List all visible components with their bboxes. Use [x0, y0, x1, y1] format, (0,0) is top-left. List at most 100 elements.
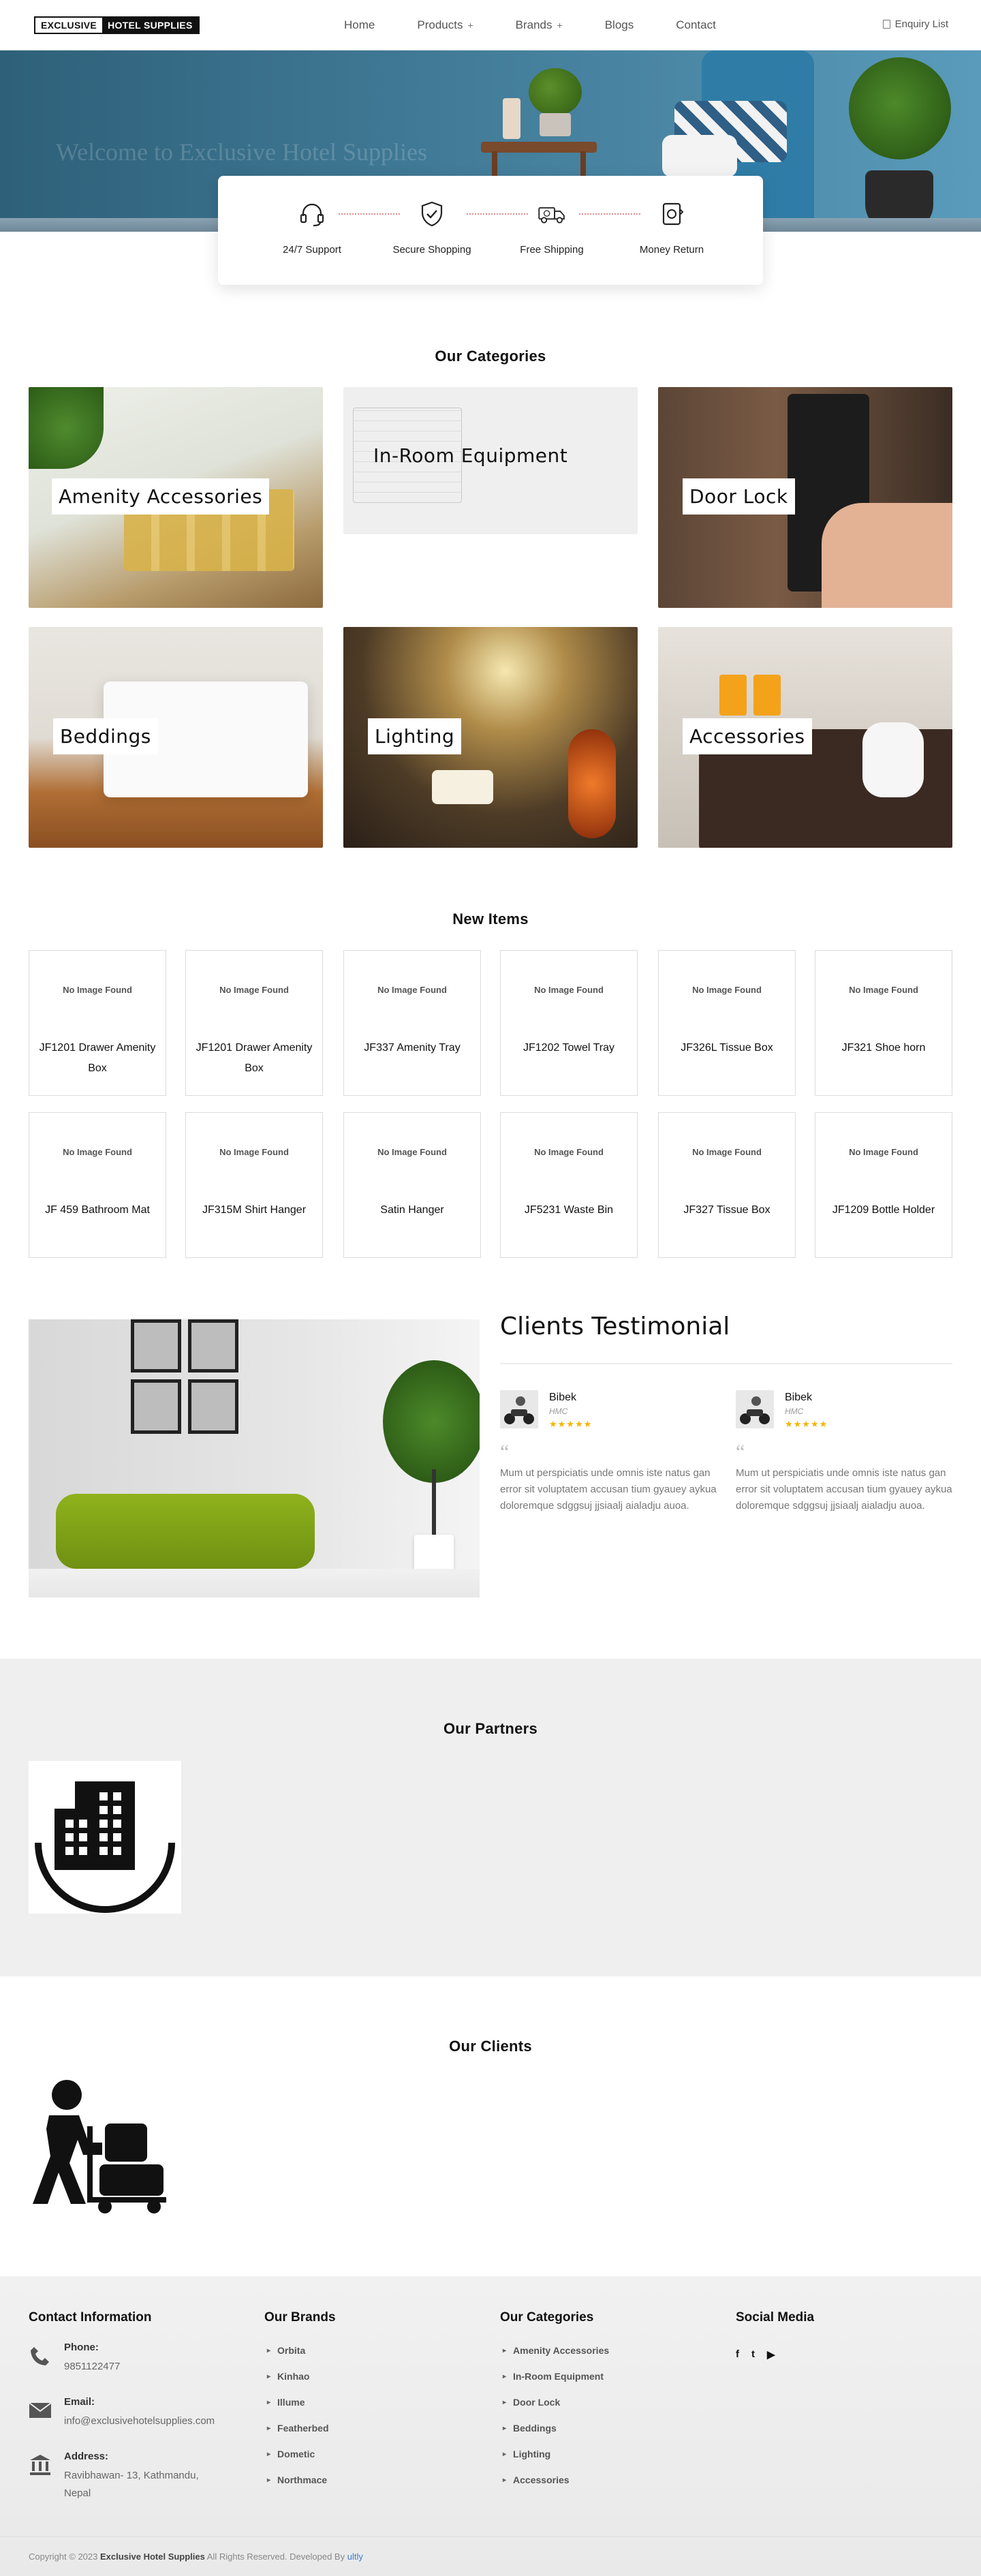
truck-icon [537, 199, 567, 229]
teapot-image [862, 722, 924, 797]
shield-check-icon [417, 199, 447, 229]
product-name: JF315M Shirt Hanger [202, 1204, 307, 1216]
footer-category-link[interactable]: ▸ Accessories [503, 2467, 609, 2493]
tree-leaves-image [383, 1360, 480, 1483]
footer-category-link[interactable]: ▸ Lighting [503, 2441, 609, 2467]
headset-icon [297, 199, 327, 229]
footer-brand-link[interactable]: ▸ Featherbed [267, 2415, 329, 2441]
footer-brand-label: Dometic [277, 2449, 315, 2459]
quote-icon: “ [500, 1441, 510, 1463]
product-card[interactable]: No Image Found JF327 Tissue Box [658, 1112, 796, 1258]
product-card[interactable]: No Image Found JF321 Shoe horn [815, 950, 952, 1096]
main-nav: Home Products + Brands + Blogs Contact [344, 0, 758, 50]
footer-category-label: Beddings [513, 2423, 557, 2434]
partner-logo[interactable] [29, 1761, 181, 1914]
no-image-placeholder: No Image Found [534, 985, 604, 995]
testimonial-text: Mum ut perspiciatis unde omnis iste natu… [736, 1467, 952, 1512]
product-card[interactable]: No Image Found JF315M Shirt Hanger [185, 1112, 323, 1258]
arrow-icon: ▸ [503, 2346, 507, 2355]
arrow-icon: ▸ [267, 2372, 271, 2380]
nav-blogs[interactable]: Blogs [605, 18, 634, 32]
footer-brand-link[interactable]: ▸ Kinhao [267, 2363, 329, 2389]
facebook-icon[interactable]: f [736, 2348, 739, 2361]
rating-stars: ★★★★★ [785, 1419, 828, 1429]
footer-category-link[interactable]: ▸ Beddings [503, 2415, 609, 2441]
footer-divider [0, 2536, 981, 2537]
feature-support: 24/7 Support [264, 199, 360, 256]
clients-title: Our Clients [449, 2038, 532, 2055]
category-card-door-lock[interactable]: Door Lock [658, 387, 952, 608]
enquiry-list-link[interactable]: Enquiry List [882, 18, 948, 30]
footer-social-title: Social Media [736, 2310, 815, 2325]
product-card[interactable]: No Image Found JF337 Amenity Tray [343, 950, 481, 1096]
no-image-placeholder: No Image Found [534, 1147, 604, 1157]
footer-category-link[interactable]: ▸ Amenity Accessories [503, 2337, 609, 2363]
product-card[interactable]: No Image Found JF1202 Towel Tray [500, 950, 638, 1096]
product-card[interactable]: No Image Found JF326L Tissue Box [658, 950, 796, 1096]
category-label: Accessories [683, 718, 812, 754]
footer-brand-link[interactable]: ▸ Illume [267, 2389, 329, 2415]
product-card[interactable]: No Image Found JF5231 Waste Bin [500, 1112, 638, 1258]
footer-category-label: Amenity Accessories [513, 2345, 610, 2356]
product-card[interactable]: No Image Found JF1209 Bottle Holder [815, 1112, 952, 1258]
product-name: JF337 Amenity Tray [364, 1042, 461, 1054]
testimonial-divider [500, 1363, 952, 1364]
category-card-in-room[interactable]: In-Room Equipment [343, 387, 638, 534]
feature-label: Secure Shopping [392, 244, 471, 256]
product-card[interactable]: No Image Found JF1201 Drawer Amenity Box [185, 950, 323, 1096]
enquiry-label: Enquiry List [894, 18, 948, 30]
mail-icon [29, 2402, 52, 2418]
email-value[interactable]: info@exclusivehotelsupplies.com [64, 2412, 255, 2430]
nav-home[interactable]: Home [344, 18, 375, 32]
product-name: JF327 Tissue Box [683, 1204, 770, 1216]
nav-contact[interactable]: Contact [676, 18, 716, 32]
lamp-image [568, 729, 616, 838]
avatar [500, 1390, 538, 1428]
partners-title: Our Partners [443, 1720, 538, 1737]
nav-products[interactable]: Products + [417, 18, 473, 32]
footer-brand-link[interactable]: ▸ Northmace [267, 2467, 329, 2493]
category-card-accessories[interactable]: Accessories [658, 627, 952, 848]
plus-icon: + [467, 20, 473, 31]
footer-categories-title: Our Categories [500, 2310, 594, 2325]
cushion-image [662, 135, 737, 177]
footer-category-link[interactable]: ▸ Door Lock [503, 2389, 609, 2415]
nav-label: Contact [676, 18, 716, 31]
nav-label: Blogs [604, 18, 634, 31]
features-box: 24/7 Support Secure Shopping Free Shippi… [218, 176, 763, 285]
footer-brand-link[interactable]: ▸ Dometic [267, 2441, 329, 2467]
twitter-icon[interactable]: t [751, 2348, 755, 2361]
testimonial-role: HMC [785, 1407, 804, 1416]
arrow-icon: ▸ [267, 2346, 271, 2355]
developer-link[interactable]: ultly [347, 2551, 363, 2562]
quote-icon: “ [736, 1441, 745, 1463]
arrow-icon: ▸ [267, 2424, 271, 2432]
category-card-lighting[interactable]: Lighting [343, 627, 638, 848]
product-card[interactable]: No Image Found JF1201 Drawer Amenity Box [29, 950, 166, 1096]
product-name: JF321 Shoe horn [841, 1042, 926, 1054]
youtube-icon[interactable]: ▶ [767, 2348, 775, 2361]
phone-value[interactable]: 9851122477 [64, 2358, 255, 2376]
email-label: Email: [64, 2396, 95, 2408]
nav-brands[interactable]: Brands + [516, 18, 563, 32]
product-card[interactable]: No Image Found Satin Hanger [343, 1112, 481, 1258]
footer-category-label: Accessories [513, 2474, 570, 2485]
feature-secure: Secure Shopping [384, 199, 480, 256]
nav-label: Brands [515, 18, 552, 31]
arrow-icon: ▸ [267, 2476, 271, 2484]
arrow-icon: ▸ [267, 2450, 271, 2458]
product-card[interactable]: No Image Found JF 459 Bathroom Mat [29, 1112, 166, 1258]
footer-brand-link[interactable]: ▸ Orbita [267, 2337, 329, 2363]
category-card-beddings[interactable]: Beddings [29, 627, 323, 848]
juice-glass-image [753, 675, 781, 716]
category-card-amenity[interactable]: Amenity Accessories [29, 387, 323, 608]
client-logo[interactable] [29, 2079, 169, 2215]
no-image-placeholder: No Image Found [692, 985, 762, 995]
no-image-placeholder: No Image Found [219, 1147, 289, 1157]
site-logo[interactable]: EXCLUSIVE HOTEL SUPPLIES [34, 16, 200, 34]
product-name: JF1209 Bottle Holder [832, 1204, 935, 1216]
footer-category-link[interactable]: ▸ In-Room Equipment [503, 2363, 609, 2389]
nav-label: Products [417, 18, 463, 31]
arrow-icon: ▸ [267, 2398, 271, 2406]
plant-image [29, 387, 104, 469]
